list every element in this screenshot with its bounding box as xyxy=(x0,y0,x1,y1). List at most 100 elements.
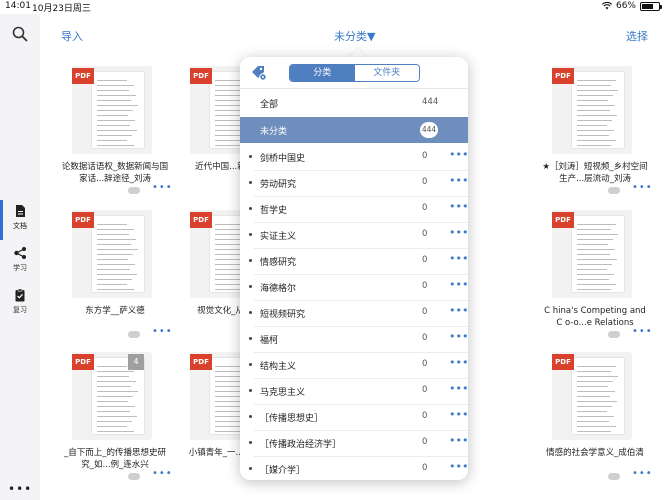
category-row[interactable]: 福柯 0 ••• xyxy=(240,326,468,352)
text-line xyxy=(577,284,616,285)
status-date: 10月23日周三 xyxy=(32,4,91,14)
text-line xyxy=(97,135,132,136)
pdf-badge: PDF xyxy=(72,68,94,84)
tag-settings-icon[interactable] xyxy=(251,65,267,81)
category-more-button[interactable]: ••• xyxy=(449,434,468,447)
category-row[interactable]: 哲学史 0 ••• xyxy=(240,196,468,222)
category-row[interactable]: ［媒介学］ 0 ••• xyxy=(240,456,468,480)
category-row[interactable]: 马克思主义 0 ••• xyxy=(240,378,468,404)
bullet-icon xyxy=(249,207,252,210)
text-line xyxy=(97,381,136,382)
category-row[interactable]: 实证主义 0 ••• xyxy=(240,222,468,248)
text-line xyxy=(97,289,134,290)
category-more-button[interactable]: ••• xyxy=(449,200,468,213)
category-row[interactable]: 剑桥中国史 0 ••• xyxy=(240,144,468,170)
category-more-button[interactable]: ••• xyxy=(449,252,468,265)
pdf-badge: PDF xyxy=(552,68,574,84)
text-line xyxy=(97,396,133,397)
import-button[interactable]: 导入 xyxy=(61,28,83,44)
document-more-button[interactable]: ••• xyxy=(632,327,653,337)
category-row-uncategorized[interactable]: 未分类 444 xyxy=(240,117,468,143)
cloud-icon xyxy=(128,473,140,480)
tab-category[interactable]: 分类 xyxy=(290,65,355,81)
category-more-button[interactable]: ••• xyxy=(449,460,468,473)
sidebar-item-study[interactable]: 学习 xyxy=(0,242,40,282)
tab-folder[interactable]: 文件夹 xyxy=(354,65,419,81)
document-card[interactable]: PDF ★［刘涛］短视频_乡村空间生产...层流动_刘涛 ••• xyxy=(540,66,652,194)
sidebar-item-label: 复习 xyxy=(13,306,27,314)
category-row[interactable]: ［传播思想史］ 0 ••• xyxy=(240,404,468,430)
battery-percent: 66% xyxy=(615,1,636,11)
bullet-icon xyxy=(249,389,252,392)
category-more-button[interactable]: ••• xyxy=(449,226,468,239)
category-row-all[interactable]: 全部 444 xyxy=(240,90,468,116)
text-line xyxy=(97,120,135,121)
category-row[interactable]: 海德格尔 0 ••• xyxy=(240,274,468,300)
category-more-button[interactable]: ••• xyxy=(449,174,468,187)
text-line xyxy=(97,85,134,86)
bullet-icon xyxy=(249,233,252,236)
category-more-button[interactable]: ••• xyxy=(449,278,468,291)
document-card[interactable]: PDF 论数据话语权_数据新闻与国家话...辞途径_刘涛 ••• xyxy=(60,66,172,194)
text-line xyxy=(577,249,615,250)
category-more-button[interactable]: ••• xyxy=(449,148,468,161)
cloud-icon xyxy=(128,187,140,194)
text-line xyxy=(577,259,617,260)
document-more-button[interactable]: ••• xyxy=(152,469,173,479)
text-line xyxy=(577,381,613,382)
text-line xyxy=(97,254,133,255)
text-line xyxy=(577,421,609,422)
text-line xyxy=(97,259,128,260)
more-menu-button[interactable]: ••• xyxy=(8,482,32,496)
category-more-button[interactable]: ••• xyxy=(449,382,468,395)
text-line xyxy=(577,239,613,240)
text-line xyxy=(97,90,129,91)
category-more-button[interactable]: ••• xyxy=(449,356,468,369)
text-line xyxy=(577,100,608,101)
text-line xyxy=(577,269,607,270)
document-more-button[interactable]: ••• xyxy=(632,469,653,479)
category-count: 0 xyxy=(422,229,428,239)
search-icon[interactable] xyxy=(12,26,28,42)
text-line xyxy=(577,371,611,372)
document-more-button[interactable]: ••• xyxy=(152,327,173,337)
status-right: 66% xyxy=(601,1,662,11)
document-card[interactable]: PDF 东方学__萨义德 ••• xyxy=(60,210,172,338)
document-more-button[interactable]: ••• xyxy=(152,183,173,193)
text-line xyxy=(577,244,608,245)
category-row[interactable]: 劳动研究 0 ••• xyxy=(240,170,468,196)
category-count: 0 xyxy=(422,255,428,265)
category-more-button[interactable]: ••• xyxy=(449,304,468,317)
document-more-button[interactable]: ••• xyxy=(632,183,653,193)
text-line xyxy=(97,371,134,372)
text-line xyxy=(97,416,137,417)
text-line xyxy=(97,95,136,96)
sidebar-item-review[interactable]: 复习 xyxy=(0,284,40,324)
category-dropdown-button[interactable]: 未分类▼ xyxy=(334,28,375,44)
category-row[interactable]: 短视频研究 0 ••• xyxy=(240,300,468,326)
document-card[interactable]: PDF C hina's Competing and C o-o...e Rela… xyxy=(540,210,652,338)
bullet-icon xyxy=(249,311,252,314)
text-line xyxy=(577,254,610,255)
text-line xyxy=(577,401,617,402)
page-preview xyxy=(572,216,624,292)
sidebar-item-documents[interactable]: 文档 xyxy=(0,200,40,240)
text-line xyxy=(97,386,131,387)
document-card[interactable]: PDF 4 _自下而上_的传播思想史研究_如...例_连水兴 ••• xyxy=(60,352,172,480)
category-label: 海德格尔 xyxy=(260,284,297,294)
category-more-button[interactable]: ••• xyxy=(449,408,468,421)
category-more-button[interactable]: ••• xyxy=(449,330,468,343)
category-row[interactable]: 结构主义 0 ••• xyxy=(240,352,468,378)
pdf-badge: PDF xyxy=(552,354,574,370)
text-line xyxy=(97,229,134,230)
text-line xyxy=(577,135,609,136)
text-line xyxy=(97,264,135,265)
category-count: 0 xyxy=(422,385,428,395)
text-line xyxy=(577,234,618,235)
select-button[interactable]: 选择 xyxy=(626,28,648,44)
category-row[interactable]: 情感研究 0 ••• xyxy=(240,248,468,274)
category-row[interactable]: ［传播政治经济学］ 0 ••• xyxy=(240,430,468,456)
status-bar: 14:01 10月23日周三 66% xyxy=(0,0,666,14)
category-label: 未分类 xyxy=(260,127,288,137)
document-card[interactable]: PDF 情感的社会学意义_成伯清 ••• xyxy=(540,352,652,480)
